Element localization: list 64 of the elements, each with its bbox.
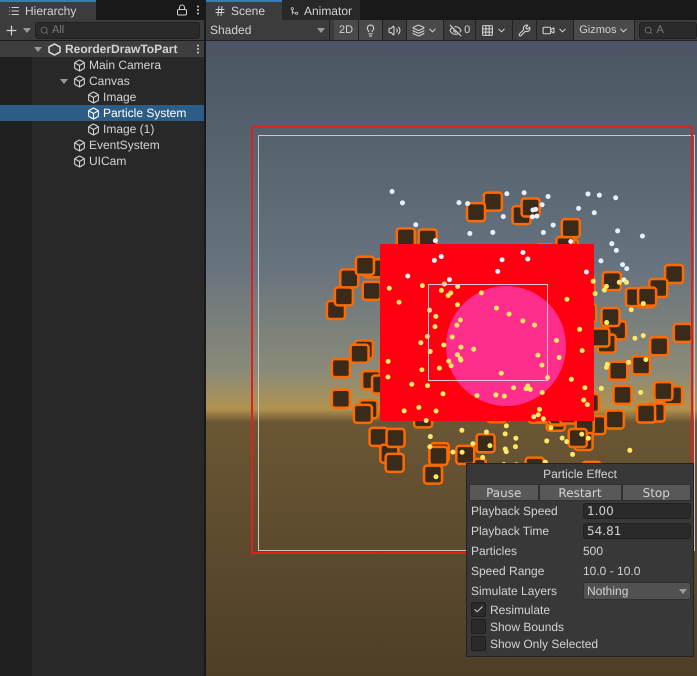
cube-icon bbox=[87, 90, 100, 104]
unity-logo-icon bbox=[48, 42, 61, 56]
panel-button[interactable]: Restart bbox=[538, 484, 622, 501]
hash-icon bbox=[214, 5, 226, 17]
checkbox[interactable] bbox=[471, 602, 486, 617]
cube-icon bbox=[73, 58, 86, 72]
lighting-toggle[interactable] bbox=[359, 20, 384, 40]
value-field[interactable]: 54.81 bbox=[583, 523, 691, 539]
hierarchy-item[interactable]: Image (1) bbox=[0, 121, 204, 137]
panel-title: Particle Effect bbox=[542, 466, 618, 483]
value-field[interactable]: 1.00 bbox=[583, 503, 691, 519]
checkbox[interactable] bbox=[471, 619, 486, 634]
field-label: Simulate Layers bbox=[470, 584, 558, 598]
caret-icon bbox=[679, 588, 687, 594]
checkbox-label: Resimulate bbox=[490, 602, 550, 616]
panel-button[interactable]: Stop bbox=[622, 484, 691, 501]
caret-icon bbox=[317, 26, 325, 34]
caret-icon[interactable] bbox=[23, 26, 31, 34]
checkbox[interactable] bbox=[471, 636, 486, 651]
cube-icon bbox=[73, 154, 86, 168]
expand-caret-icon[interactable] bbox=[34, 46, 42, 52]
shading-dropdown[interactable]: Shaded bbox=[206, 20, 330, 40]
wrench-icon bbox=[518, 24, 532, 36]
field-label: Speed Range bbox=[470, 564, 546, 578]
checkbox-label: Show Only Selected bbox=[490, 636, 598, 650]
lightbulb-icon bbox=[364, 24, 378, 36]
scene-tab[interactable]: Animator bbox=[282, 0, 360, 20]
hierarchy-item[interactable]: Canvas bbox=[0, 73, 204, 89]
hierarchy-item[interactable]: Main Camera bbox=[0, 57, 204, 73]
cube-icon bbox=[73, 138, 86, 152]
hierarchy-item[interactable]: EventSystem bbox=[0, 137, 204, 153]
camera-icon bbox=[542, 24, 556, 36]
lock-icon[interactable] bbox=[176, 4, 188, 16]
field-label: Playback Time bbox=[470, 524, 550, 538]
field-label: Playback Speed bbox=[470, 504, 559, 518]
field-label: Particles bbox=[470, 544, 518, 558]
cube-icon bbox=[87, 122, 100, 136]
cube-icon bbox=[73, 74, 86, 88]
layers-dropdown[interactable]: Nothing bbox=[583, 582, 691, 600]
layers-icon bbox=[412, 24, 426, 36]
add-icon[interactable] bbox=[4, 22, 19, 38]
scene-tab[interactable]: Scene bbox=[206, 0, 282, 20]
hierarchy-tab[interactable]: Hierarchy bbox=[0, 0, 96, 20]
hierarchy-item[interactable]: UICam bbox=[0, 153, 204, 169]
field-value: 500 bbox=[583, 544, 604, 558]
hierarchy-item[interactable]: Particle System bbox=[0, 105, 204, 121]
checkbox-label: Show Bounds bbox=[490, 620, 564, 634]
2d-toggle[interactable]: 2D bbox=[334, 20, 360, 40]
gizmos-dropdown[interactable]: Gizmos bbox=[574, 20, 636, 40]
visibility-toggle[interactable]: 0 bbox=[444, 20, 476, 40]
speaker-icon bbox=[388, 24, 402, 36]
scene-root-row[interactable]: ReorderDrawToPart bbox=[0, 41, 204, 57]
check-icon bbox=[473, 604, 484, 615]
search-icon bbox=[644, 26, 654, 34]
effects-toggle[interactable] bbox=[407, 20, 444, 40]
field-value: 10.0 - 10.0 bbox=[583, 564, 640, 578]
branch-icon bbox=[290, 5, 299, 17]
hierarchy-item[interactable]: Image bbox=[0, 89, 204, 105]
eye-slash-icon bbox=[449, 24, 462, 36]
grid-icon bbox=[481, 24, 494, 36]
cube-icon bbox=[87, 106, 100, 120]
expand-caret-icon[interactable] bbox=[60, 78, 68, 84]
panel-button[interactable]: Pause bbox=[469, 484, 538, 501]
search-icon bbox=[40, 26, 49, 34]
